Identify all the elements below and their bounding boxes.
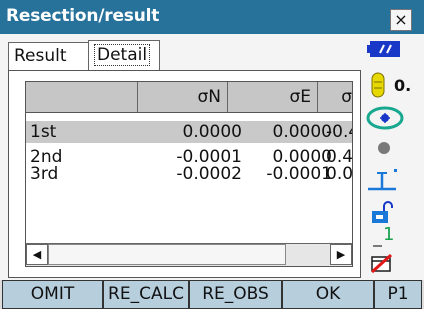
input-mode-label[interactable]: 1 <box>383 224 394 245</box>
close-button[interactable]: × <box>390 9 412 31</box>
laser-dot-icon[interactable] <box>374 138 394 158</box>
sigma-z-value: 0.0 <box>326 164 353 184</box>
table-row[interactable]: 1st 0.0000 0.0000 -0.4 <box>26 121 352 143</box>
column-header-sigma-n[interactable]: σN <box>138 82 228 112</box>
scroll-right-button[interactable]: ▶ <box>330 244 352 265</box>
result-list[interactable]: σN σE σ 1st 0.0000 0.0000 -0.4 2nd -0.00… <box>25 81 353 267</box>
row-label: 3rd <box>30 164 59 184</box>
sigma-e-value: -0.0001 <box>266 164 332 184</box>
no-record-icon[interactable] <box>370 252 394 274</box>
prism-target-icon[interactable] <box>370 72 386 98</box>
omit-button[interactable]: OMIT <box>2 280 103 309</box>
horizontal-scrollbar[interactable]: ◀ ▶ <box>26 243 352 266</box>
sigma-n-value: 0.0000 <box>182 122 242 142</box>
column-header-point[interactable] <box>26 82 138 112</box>
prism-constant-value: 0. <box>394 76 412 95</box>
re-calc-button[interactable]: RE_CALC <box>103 280 189 309</box>
detail-panel: σN σE σ 1st 0.0000 0.0000 -0.4 2nd -0.00… <box>8 70 361 278</box>
tab-detail[interactable]: Detail <box>88 40 160 70</box>
window-title: Resection/result <box>6 6 160 26</box>
ok-button[interactable]: OK <box>282 280 374 309</box>
sigma-n-value: -0.0002 <box>176 164 242 184</box>
status-bar: 0. 1 <box>366 38 424 278</box>
title-bar: Resection/result × <box>0 0 424 34</box>
scrollbar-thumb[interactable] <box>48 244 286 265</box>
instrument-height-icon[interactable] <box>366 164 406 194</box>
row-label: 1st <box>30 122 57 142</box>
unlock-icon[interactable] <box>370 200 394 226</box>
softkey-bar: OMIT RE_CALC RE_OBS OK P1 <box>0 280 424 309</box>
battery-icon[interactable] <box>367 40 401 58</box>
column-header-sigma-z[interactable]: σ <box>318 82 352 112</box>
table-header: σN σE σ <box>26 82 352 113</box>
sigma-e-value: 0.0000 <box>272 122 332 142</box>
tab-detail-label: Detail <box>94 44 151 66</box>
tab-result[interactable]: Result <box>8 42 90 70</box>
tilt-circle-icon[interactable] <box>366 106 404 130</box>
scroll-left-button[interactable]: ◀ <box>26 244 48 265</box>
column-header-sigma-e[interactable]: σE <box>228 82 318 112</box>
page-p1-button[interactable]: P1 <box>374 280 422 309</box>
resection-result-window: Resection/result × Result Detail σN σE σ… <box>0 0 424 309</box>
sigma-z-value: -0.4 <box>326 122 352 142</box>
re-obs-button[interactable]: RE_OBS <box>189 280 282 309</box>
table-row[interactable]: 3rd -0.0002 -0.0001 0.0 <box>26 163 353 185</box>
